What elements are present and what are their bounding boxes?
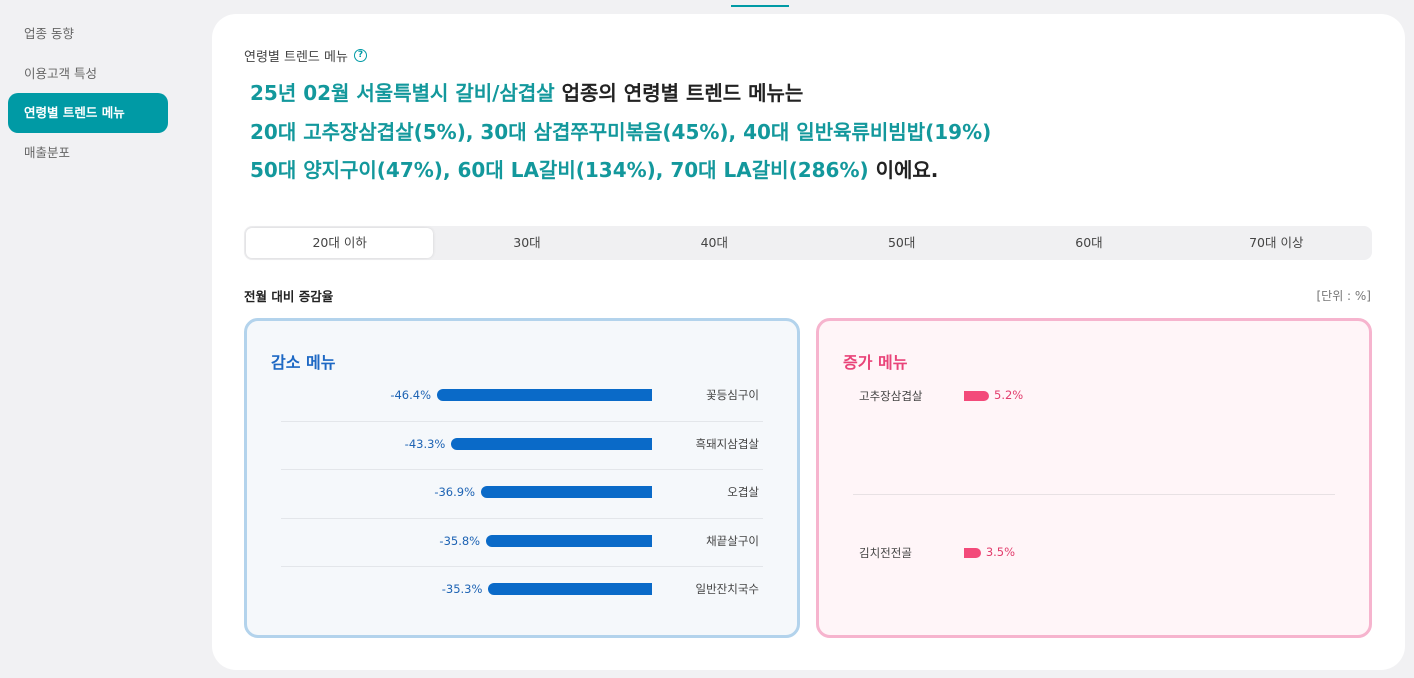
tab-age-70-over[interactable]: 70대 이상 bbox=[1183, 228, 1370, 258]
help-icon[interactable]: ? bbox=[353, 49, 367, 62]
increase-row: 고추장삼겹살 5.2% bbox=[853, 373, 1335, 494]
top-tab-indicator bbox=[731, 5, 789, 7]
increase-list: 고추장삼겹살 5.2% 김치전전골 3.5% bbox=[853, 373, 1335, 615]
chart-section-title: 전월 대비 증감율 bbox=[244, 289, 334, 304]
decrease-menu-name: 일반잔치국수 bbox=[695, 582, 759, 596]
main-card: 연령별 트렌드 메뉴 ? 25년 02월 서울특별시 갈비/삼겹살 업종의 연령… bbox=[212, 14, 1405, 670]
decrease-row: -46.4% 꽃등심구이 bbox=[281, 373, 763, 422]
age-tabs: 20대 이하 30대 40대 50대 60대 70대 이상 bbox=[244, 226, 1372, 260]
decrease-menu-name: 오겹살 bbox=[727, 485, 759, 499]
increase-menu-name: 김치전전골 bbox=[859, 546, 912, 560]
decrease-value-label: -43.3% bbox=[404, 436, 446, 451]
tab-age-50[interactable]: 50대 bbox=[808, 228, 995, 258]
increase-bar bbox=[964, 391, 989, 401]
decrease-menu-name: 흑돼지삼겹살 bbox=[695, 436, 759, 451]
increase-row: 김치전전골 3.5% bbox=[853, 494, 1335, 615]
decrease-row: -36.9% 오겹살 bbox=[281, 470, 763, 519]
increase-menu-panel: 증가 메뉴 고추장삼겹살 5.2% 김치전전골 3.5% bbox=[816, 318, 1372, 638]
decrease-menu-panel: 감소 메뉴 -46.4% 꽃등심구이 -43.3% 흑돼지삼겹살 -36.9% 오겹살 -3… bbox=[244, 318, 800, 638]
unit-label: [단위 : %] bbox=[1316, 289, 1371, 303]
decrease-bar bbox=[451, 437, 652, 450]
decrease-value-label: -35.3% bbox=[441, 582, 483, 596]
tab-age-20-under[interactable]: 20대 이하 bbox=[246, 228, 434, 258]
decrease-row: -35.3% 일반잔치국수 bbox=[281, 567, 763, 616]
sidebar-item-customer-profile[interactable]: 이용고객 특성 bbox=[8, 54, 168, 94]
increase-value-label: 5.2% bbox=[994, 388, 1024, 402]
tab-age-30[interactable]: 30대 bbox=[433, 228, 620, 258]
decrease-value-label: -46.4% bbox=[390, 388, 431, 402]
decrease-bar bbox=[481, 486, 652, 498]
summary-region-category: 25년 02월 서울특별시 갈비/삼겹살 bbox=[250, 81, 555, 105]
summary-line-3-text: 이에요. bbox=[868, 158, 939, 182]
increase-panel-title: 증가 메뉴 bbox=[843, 353, 908, 372]
summary-line-1: 25년 02월 서울특별시 갈비/삼겹살 업종의 연령별 트렌드 메뉴는 bbox=[250, 74, 991, 113]
decrease-menu-name: 채끝살구이 bbox=[706, 533, 759, 548]
increase-menu-name: 고추장삼겹살 bbox=[859, 389, 923, 403]
sidebar: 업종 동향 이용고객 특성 연령별 트렌드 메뉴 매출분포 bbox=[8, 14, 168, 172]
summary-line-3-highlight: 50대 양지구이(47%), 60대 LA갈비(134%), 70대 LA갈비(… bbox=[250, 158, 869, 182]
summary-line-3: 50대 양지구이(47%), 60대 LA갈비(134%), 70대 LA갈비(… bbox=[250, 151, 991, 190]
decrease-row: -43.3% 흑돼지삼겹살 bbox=[281, 422, 763, 470]
decrease-panel-title: 감소 메뉴 bbox=[271, 353, 336, 372]
decrease-value-label: -35.8% bbox=[439, 533, 481, 548]
tab-age-40[interactable]: 40대 bbox=[621, 228, 808, 258]
tab-age-60[interactable]: 60대 bbox=[995, 228, 1182, 258]
increase-value-label: 3.5% bbox=[985, 545, 1016, 559]
trend-summary: 25년 02월 서울특별시 갈비/삼겹살 업종의 연령별 트렌드 메뉴는 20대… bbox=[250, 74, 991, 190]
decrease-value-label: -36.9% bbox=[434, 485, 476, 499]
summary-line-1-text: 업종의 연령별 트렌드 메뉴는 bbox=[554, 81, 804, 105]
sidebar-item-sales-distribution[interactable]: 매출분포 bbox=[8, 133, 168, 173]
decrease-bar bbox=[437, 389, 652, 401]
increase-bar bbox=[964, 548, 981, 558]
section-header: 연령별 트렌드 메뉴 ? bbox=[244, 46, 367, 65]
section-label: 연령별 트렌드 메뉴 bbox=[244, 50, 348, 65]
decrease-menu-name: 꽃등심구이 bbox=[706, 388, 759, 402]
decrease-row: -35.8% 채끝살구이 bbox=[281, 519, 763, 567]
decrease-bar bbox=[486, 534, 652, 547]
decrease-bar bbox=[488, 583, 652, 595]
sidebar-item-age-trend-menu[interactable]: 연령별 트렌드 메뉴 bbox=[8, 93, 168, 133]
sidebar-item-industry-trend[interactable]: 업종 동향 bbox=[8, 14, 168, 54]
summary-line-2: 20대 고추장삼겹살(5%), 30대 삼겹쭈꾸미볶음(45%), 40대 일반… bbox=[250, 119, 992, 144]
decrease-list: -46.4% 꽃등심구이 -43.3% 흑돼지삼겹살 -36.9% 오겹살 -35.8% 채끝… bbox=[281, 373, 763, 616]
